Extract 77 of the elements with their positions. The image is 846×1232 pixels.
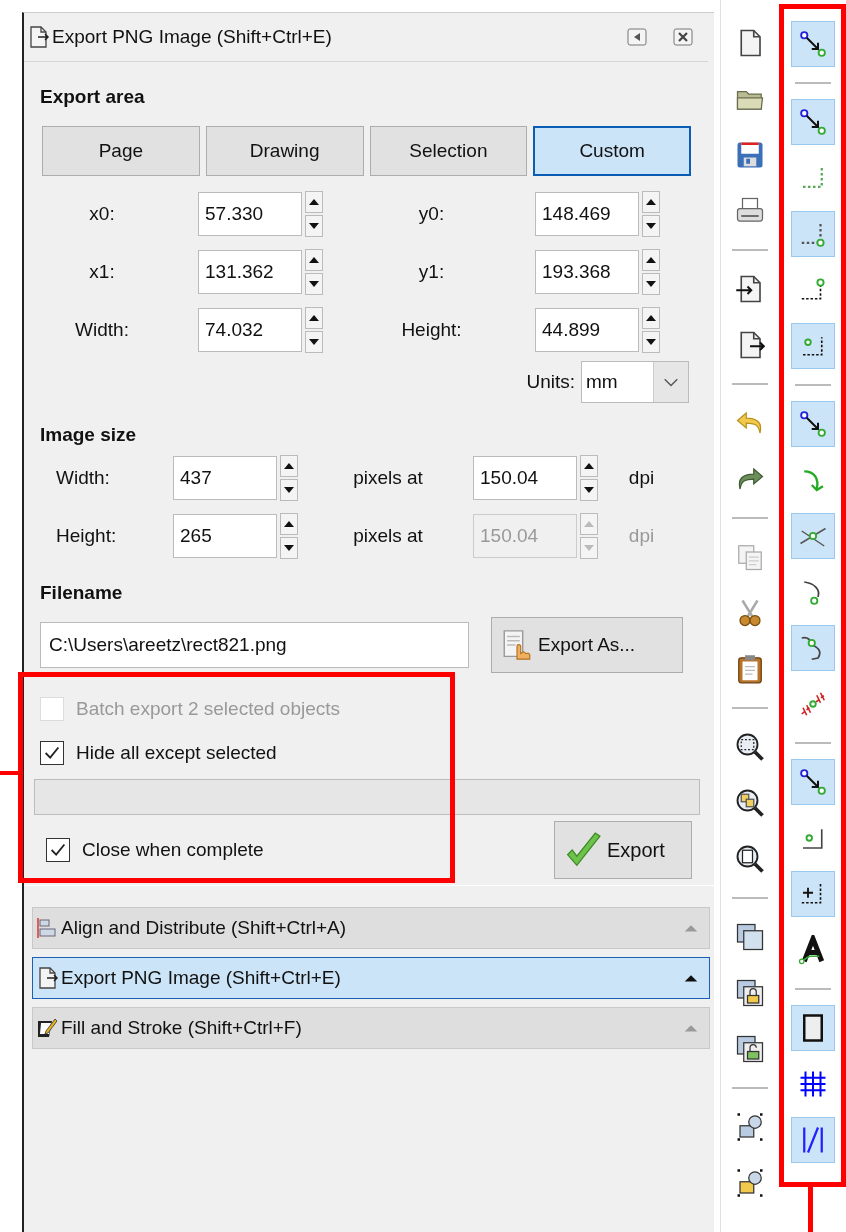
spin-down-button[interactable] — [642, 331, 660, 353]
unit-label: dpi — [627, 525, 656, 547]
field-label: pixels at — [352, 467, 424, 489]
arrow-nodes-icon[interactable] — [798, 107, 828, 137]
section-heading: Image size — [40, 423, 138, 447]
spin-up-button[interactable] — [305, 307, 323, 329]
grid-icon[interactable] — [798, 1069, 828, 1099]
panel-title: Export PNG Image (Shift+Ctrl+E) — [52, 26, 332, 48]
field-label: Units: — [526, 371, 575, 393]
spin-up-button[interactable] — [280, 455, 298, 477]
selected-shapes-icon[interactable] — [735, 1168, 765, 1198]
field-label: Height: — [55, 525, 118, 547]
spin-up-button[interactable] — [642, 191, 660, 213]
dock-panel-tab[interactable]: Export PNG Image (Shift+Ctrl+E) — [32, 957, 710, 999]
align-icon — [35, 915, 59, 941]
export-area-tab[interactable]: Selection — [369, 126, 528, 176]
checkbox[interactable] — [46, 838, 70, 862]
spin-down-button[interactable] — [305, 273, 323, 295]
arrow-nodes-icon[interactable] — [798, 29, 828, 59]
spin-up-button[interactable] — [305, 191, 323, 213]
number-field[interactable]: 57.330 — [198, 192, 302, 236]
section-heading: Export area — [40, 85, 146, 109]
spin-down-button[interactable] — [642, 215, 660, 237]
checkbox-label: Hide all except selected — [76, 742, 277, 764]
spin-up-button[interactable] — [642, 249, 660, 271]
collapse-icon[interactable] — [626, 26, 648, 48]
checkbox[interactable] — [40, 741, 64, 765]
arrow-nodes-icon[interactable] — [798, 409, 828, 439]
field-label: Width: — [74, 319, 130, 341]
field-label: y1: — [417, 261, 446, 283]
number-field[interactable]: 131.362 — [198, 250, 302, 294]
spin-down-button[interactable] — [280, 479, 298, 501]
spin-down-button[interactable] — [642, 273, 660, 295]
spin-down-button[interactable] — [580, 479, 598, 501]
unit-label: dpi — [627, 467, 656, 489]
duplicate-icon[interactable] — [735, 922, 765, 952]
units-dropdown[interactable]: mm — [581, 361, 689, 403]
zoom-icon[interactable] — [735, 732, 765, 762]
number-field[interactable]: 193.368 — [535, 250, 639, 294]
number-field[interactable]: 44.899 — [535, 308, 639, 352]
field-label: x0: — [88, 203, 116, 225]
export-area-tab[interactable]: Custom — [533, 126, 691, 176]
export-area-tab[interactable]: Drawing — [205, 126, 364, 176]
number-field[interactable]: 150.04 — [473, 456, 577, 500]
spin-down-button[interactable] — [280, 537, 298, 559]
spin-up-button[interactable] — [305, 249, 323, 271]
field-label: y0: — [417, 203, 446, 225]
filename-field[interactable]: C:\Users\areetz\rect821.png — [40, 622, 469, 668]
selected-shapes-icon[interactable] — [735, 1112, 765, 1142]
padlock-squares-icon[interactable] — [735, 978, 765, 1008]
spin-up-button[interactable] — [580, 455, 598, 477]
number-field[interactable]: 148.469 — [535, 192, 639, 236]
checkbox-label: Close when complete — [82, 839, 264, 861]
section-heading: Filename — [40, 581, 124, 605]
zoom-icon[interactable] — [735, 788, 765, 818]
spin-up-button[interactable] — [280, 513, 298, 535]
export-as-button[interactable]: Export As... — [491, 617, 683, 673]
field-label: Height: — [400, 319, 463, 341]
arrow-nodes-icon[interactable] — [798, 767, 828, 797]
spin-down-button[interactable] — [305, 331, 323, 353]
field-label: Width: — [55, 467, 111, 489]
field-label: pixels at — [352, 525, 424, 547]
padlock-squares-icon[interactable] — [735, 1034, 765, 1064]
dock-panel-tab[interactable]: Align and Distribute (Shift+Ctrl+A) — [32, 907, 710, 949]
number-field: 150.04 — [473, 514, 577, 558]
spin-down-button[interactable] — [305, 215, 323, 237]
zoom-icon[interactable] — [735, 844, 765, 874]
field-label: x1: — [88, 261, 116, 283]
export-button[interactable]: Export — [554, 821, 692, 879]
close-icon[interactable] — [672, 26, 694, 48]
number-field[interactable]: 437 — [173, 456, 277, 500]
spin-up-button[interactable] — [642, 307, 660, 329]
dock-panel-tab[interactable]: Fill and Stroke (Shift+Ctrl+F) — [32, 1007, 710, 1049]
number-field[interactable]: 74.032 — [198, 308, 302, 352]
export-area-tab[interactable]: Page — [42, 126, 200, 176]
clipboard-icon[interactable] — [735, 654, 765, 684]
checkbox-label: Batch export 2 selected objects — [76, 698, 341, 720]
